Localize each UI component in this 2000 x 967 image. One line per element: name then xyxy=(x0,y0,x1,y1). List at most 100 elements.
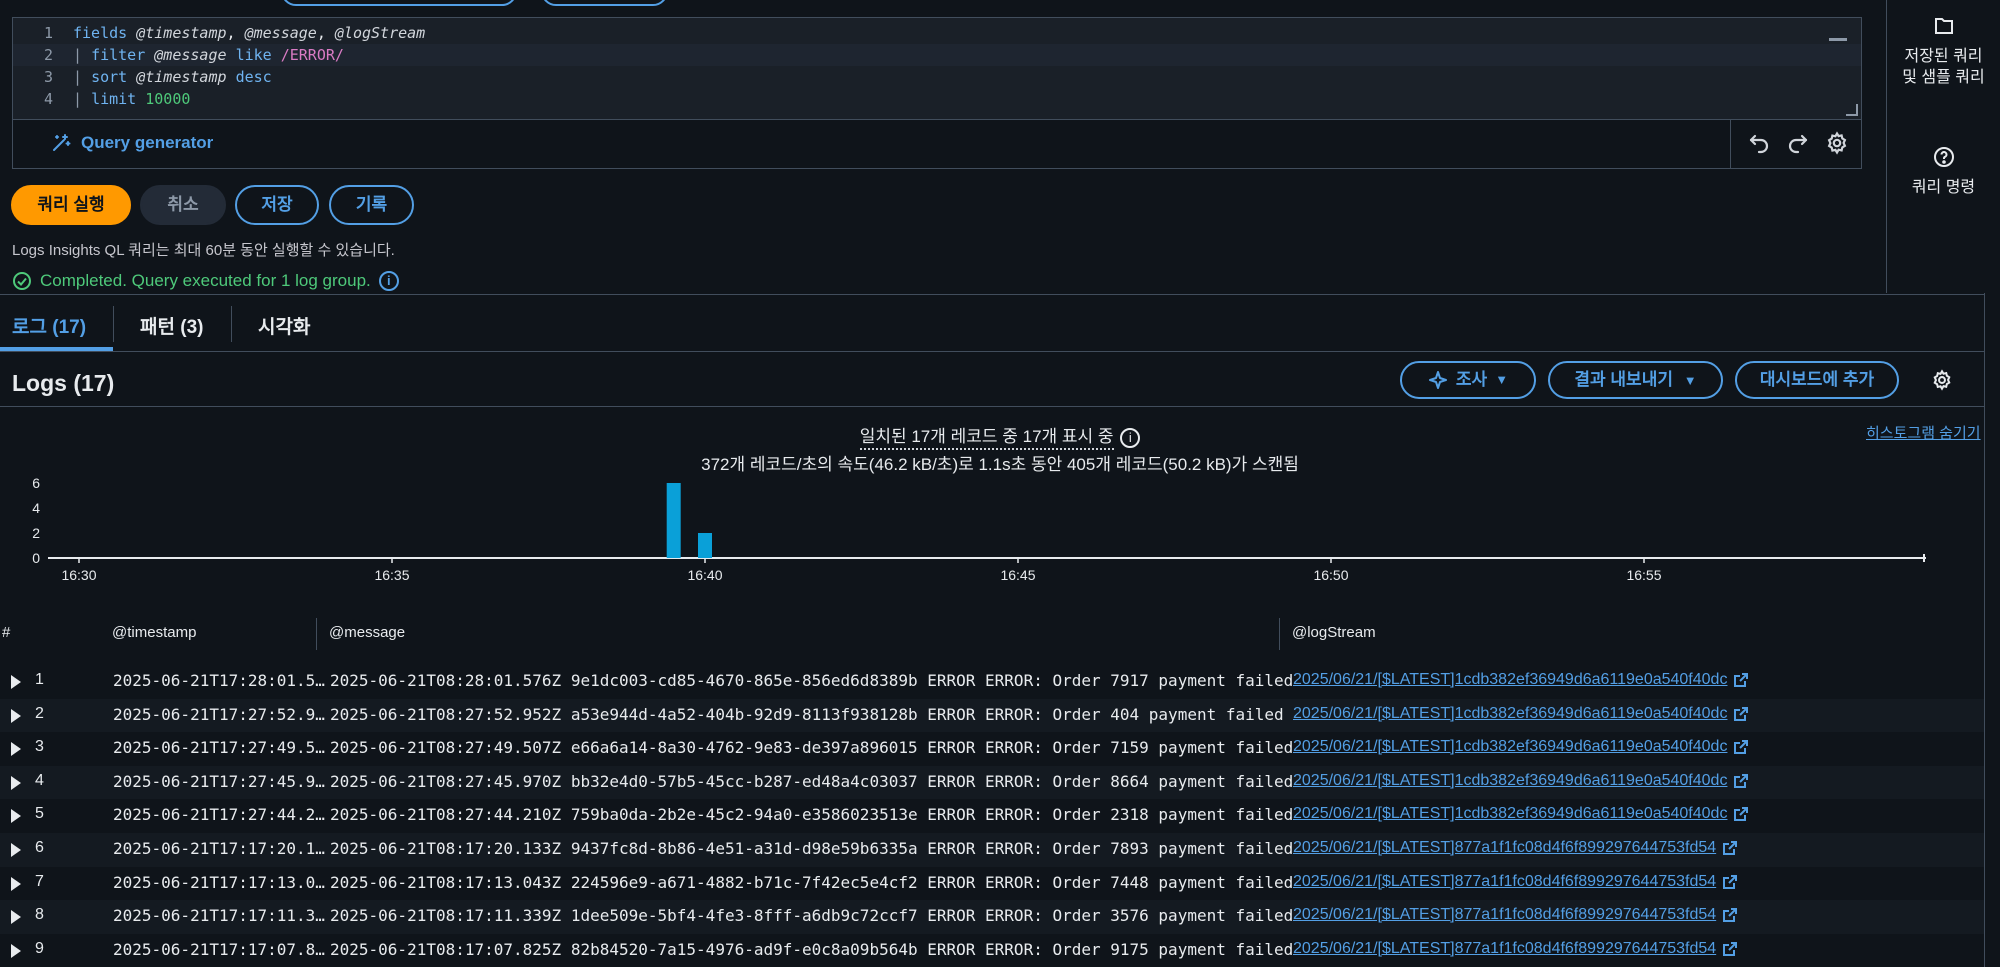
status-text: Completed. Query executed for 1 log grou… xyxy=(40,271,371,290)
table-row[interactable]: 5 2025-06-21T17:27:44.2… 2025-06-21T08:27:… xyxy=(0,799,1984,833)
query-commands-button[interactable]: 쿼리 명령 xyxy=(1887,145,2000,198)
redo-icon[interactable] xyxy=(1785,131,1811,157)
editor-resize-handle[interactable] xyxy=(1846,104,1858,116)
caret-down-icon: ▼ xyxy=(1683,373,1697,388)
table-row[interactable]: 8 2025-06-21T17:17:11.3… 2025-06-21T08:17:… xyxy=(0,900,1984,934)
external-link-icon[interactable] xyxy=(1722,874,1738,890)
run-query-button[interactable]: 쿼리 실행 xyxy=(11,185,131,225)
tab-logs[interactable]: 로그 (17) xyxy=(12,312,86,339)
logstream-link[interactable]: 2025/06/21/[$LATEST]1cdb382ef36949d6a611… xyxy=(1293,805,1749,823)
external-link-icon[interactable] xyxy=(1733,773,1749,789)
top-time-button[interactable] xyxy=(541,0,668,6)
line-number: 3 xyxy=(43,68,53,86)
save-button[interactable]: 저장 xyxy=(235,185,319,225)
logstream-link[interactable]: 2025/06/21/[$LATEST]1cdb382ef36949d6a611… xyxy=(1293,671,1749,689)
logstream-link[interactable]: 2025/06/21/[$LATEST]1cdb382ef36949d6a611… xyxy=(1293,772,1749,790)
logstream-text[interactable]: 2025/06/21/[$LATEST]1cdb382ef36949d6a611… xyxy=(1293,772,1727,790)
info-icon[interactable]: i xyxy=(378,271,399,291)
histogram-bar[interactable] xyxy=(666,483,681,558)
expand-caret-icon[interactable] xyxy=(11,775,21,790)
export-label: 결과 내보내기 xyxy=(1574,370,1673,389)
external-link-icon[interactable] xyxy=(1733,672,1749,688)
saved-queries-button[interactable]: 저장된 쿼리 및 샘플 쿼리 xyxy=(1887,14,2000,88)
cancel-button[interactable]: 취소 xyxy=(140,185,226,225)
expand-caret-icon[interactable] xyxy=(11,843,21,857)
logstream-link[interactable]: 2025/06/21/[$LATEST]877a1f1fc08d4f6f8992… xyxy=(1293,940,1738,958)
column-header-timestamp[interactable]: @timestamp xyxy=(112,624,196,641)
logstream-text[interactable]: 2025/06/21/[$LATEST]877a1f1fc08d4f6f8992… xyxy=(1293,906,1716,924)
histogram-bar[interactable] xyxy=(698,533,712,558)
row-index: 5 xyxy=(35,805,44,823)
table-row[interactable]: 1 2025-06-21T17:28:01.5… 2025-06-21T08:28:… xyxy=(0,665,1984,699)
timestamp-cell: 2025-06-21T17:17:20.1… xyxy=(113,839,325,858)
x-tick-label: 17:00 xyxy=(1939,567,1940,583)
table-row[interactable]: 4 2025-06-21T17:27:45.9… 2025-06-21T08:27:… xyxy=(0,765,1984,800)
logstream-text[interactable]: 2025/06/21/[$LATEST]877a1f1fc08d4f6f8992… xyxy=(1293,940,1716,958)
tab-patterns[interactable]: 패턴 (3) xyxy=(140,312,203,339)
logstream-text[interactable]: 2025/06/21/[$LATEST]1cdb382ef36949d6a611… xyxy=(1293,805,1727,823)
table-row[interactable]: 7 2025-06-21T17:17:13.0… 2025-06-21T08:17:… xyxy=(0,867,1984,901)
info-icon[interactable]: i xyxy=(1120,427,1141,448)
x-tick-label: 16:50 xyxy=(1313,567,1348,583)
external-link-icon[interactable] xyxy=(1722,840,1738,856)
top-field-button[interactable] xyxy=(281,0,517,6)
external-link-icon[interactable] xyxy=(1733,706,1749,722)
table-settings-gear-icon[interactable] xyxy=(1931,369,1953,391)
query-editor[interactable]: 1 fields @timestamp, @message, @logStrea… xyxy=(12,17,1862,119)
y-tick-label: 2 xyxy=(32,525,40,541)
add-to-dashboard-button[interactable]: 대시보드에 추가 xyxy=(1735,361,1899,399)
folder-icon xyxy=(1934,18,1953,34)
comma-token: , xyxy=(226,24,245,42)
expand-caret-icon[interactable] xyxy=(11,809,21,824)
query-generator-button[interactable]: Query generator xyxy=(51,133,213,153)
logstream-link[interactable]: 2025/06/21/[$LATEST]877a1f1fc08d4f6f8992… xyxy=(1293,839,1738,857)
investigate-button[interactable]: 조사 ▼ xyxy=(1400,361,1536,399)
logstream-text[interactable]: 2025/06/21/[$LATEST]1cdb382ef36949d6a611… xyxy=(1293,738,1727,756)
expand-caret-icon[interactable] xyxy=(11,876,21,891)
column-header-message[interactable]: @message xyxy=(329,624,405,641)
expand-caret-icon[interactable] xyxy=(11,708,21,723)
export-results-button[interactable]: 결과 내보내기 ▼ xyxy=(1548,361,1723,399)
magic-wand-icon xyxy=(53,134,71,151)
logstream-text[interactable]: 2025/06/21/[$LATEST]1cdb382ef36949d6a611… xyxy=(1293,671,1727,689)
keyword: limit xyxy=(91,90,137,108)
undo-icon[interactable] xyxy=(1746,131,1772,157)
table-row[interactable]: 3 2025-06-21T17:27:49.5… 2025-06-21T08:27:… xyxy=(0,732,1984,766)
logstream-text[interactable]: 2025/06/21/[$LATEST]877a1f1fc08d4f6f8992… xyxy=(1293,873,1716,891)
editor-line: 2 | filter @message like /ERROR/ xyxy=(13,44,1861,66)
table-row[interactable]: 6 2025-06-21T17:17:20.1… 2025-06-21T08:17:… xyxy=(0,833,1984,867)
logstream-text[interactable]: 2025/06/21/[$LATEST]877a1f1fc08d4f6f8992… xyxy=(1293,839,1716,857)
logstream-link[interactable]: 2025/06/21/[$LATEST]1cdb382ef36949d6a611… xyxy=(1293,738,1749,756)
expand-caret-icon[interactable] xyxy=(11,943,21,958)
tab-visualization[interactable]: 시각화 xyxy=(258,312,310,339)
row-index: 7 xyxy=(35,872,44,890)
table-row[interactable]: 9 2025-06-21T17:17:07.8… 2025-06-21T08:17:… xyxy=(0,934,1984,967)
row-index: 1 xyxy=(35,671,44,688)
expand-caret-icon[interactable] xyxy=(11,742,21,757)
external-link-icon[interactable] xyxy=(1733,806,1749,822)
editor-scroll-indicator[interactable] xyxy=(1829,38,1847,41)
pipe-token: | xyxy=(73,90,83,108)
logstream-link[interactable]: 2025/06/21/[$LATEST]877a1f1fc08d4f6f8992… xyxy=(1293,873,1738,891)
summary-text[interactable]: 일치된 17개 레코드 중 17개 표시 중 xyxy=(859,427,1114,450)
logstream-link[interactable]: 2025/06/21/[$LATEST]877a1f1fc08d4f6f8992… xyxy=(1293,906,1738,924)
field-token: @message xyxy=(154,46,227,64)
table-row[interactable]: 2 2025-06-21T17:27:52.9… 2025-06-21T08:27:… xyxy=(0,698,1984,733)
column-resizer[interactable] xyxy=(316,618,317,650)
logstream-link[interactable]: 2025/06/21/[$LATEST]1cdb382ef36949d6a611… xyxy=(1293,705,1749,723)
external-link-icon[interactable] xyxy=(1722,941,1738,957)
logstream-text[interactable]: 2025/06/21/[$LATEST]1cdb382ef36949d6a611… xyxy=(1293,705,1727,723)
external-link-icon[interactable] xyxy=(1722,907,1738,923)
row-index: 2 xyxy=(35,704,44,722)
keyword: desc xyxy=(235,68,272,86)
external-link-icon[interactable] xyxy=(1733,739,1749,755)
column-header-logstream[interactable]: @logStream xyxy=(1292,624,1376,641)
column-resizer[interactable] xyxy=(1279,618,1280,650)
message-cell: 2025-06-21T08:27:49.507Z e66a6a14-8a30-4… xyxy=(330,738,1294,758)
expand-caret-icon[interactable] xyxy=(11,910,21,925)
field-token: @timestamp xyxy=(136,24,227,42)
settings-gear-icon[interactable] xyxy=(1824,131,1850,157)
history-button[interactable]: 기록 xyxy=(329,185,414,225)
tab-separator xyxy=(231,306,232,342)
expand-caret-icon[interactable] xyxy=(11,675,21,689)
